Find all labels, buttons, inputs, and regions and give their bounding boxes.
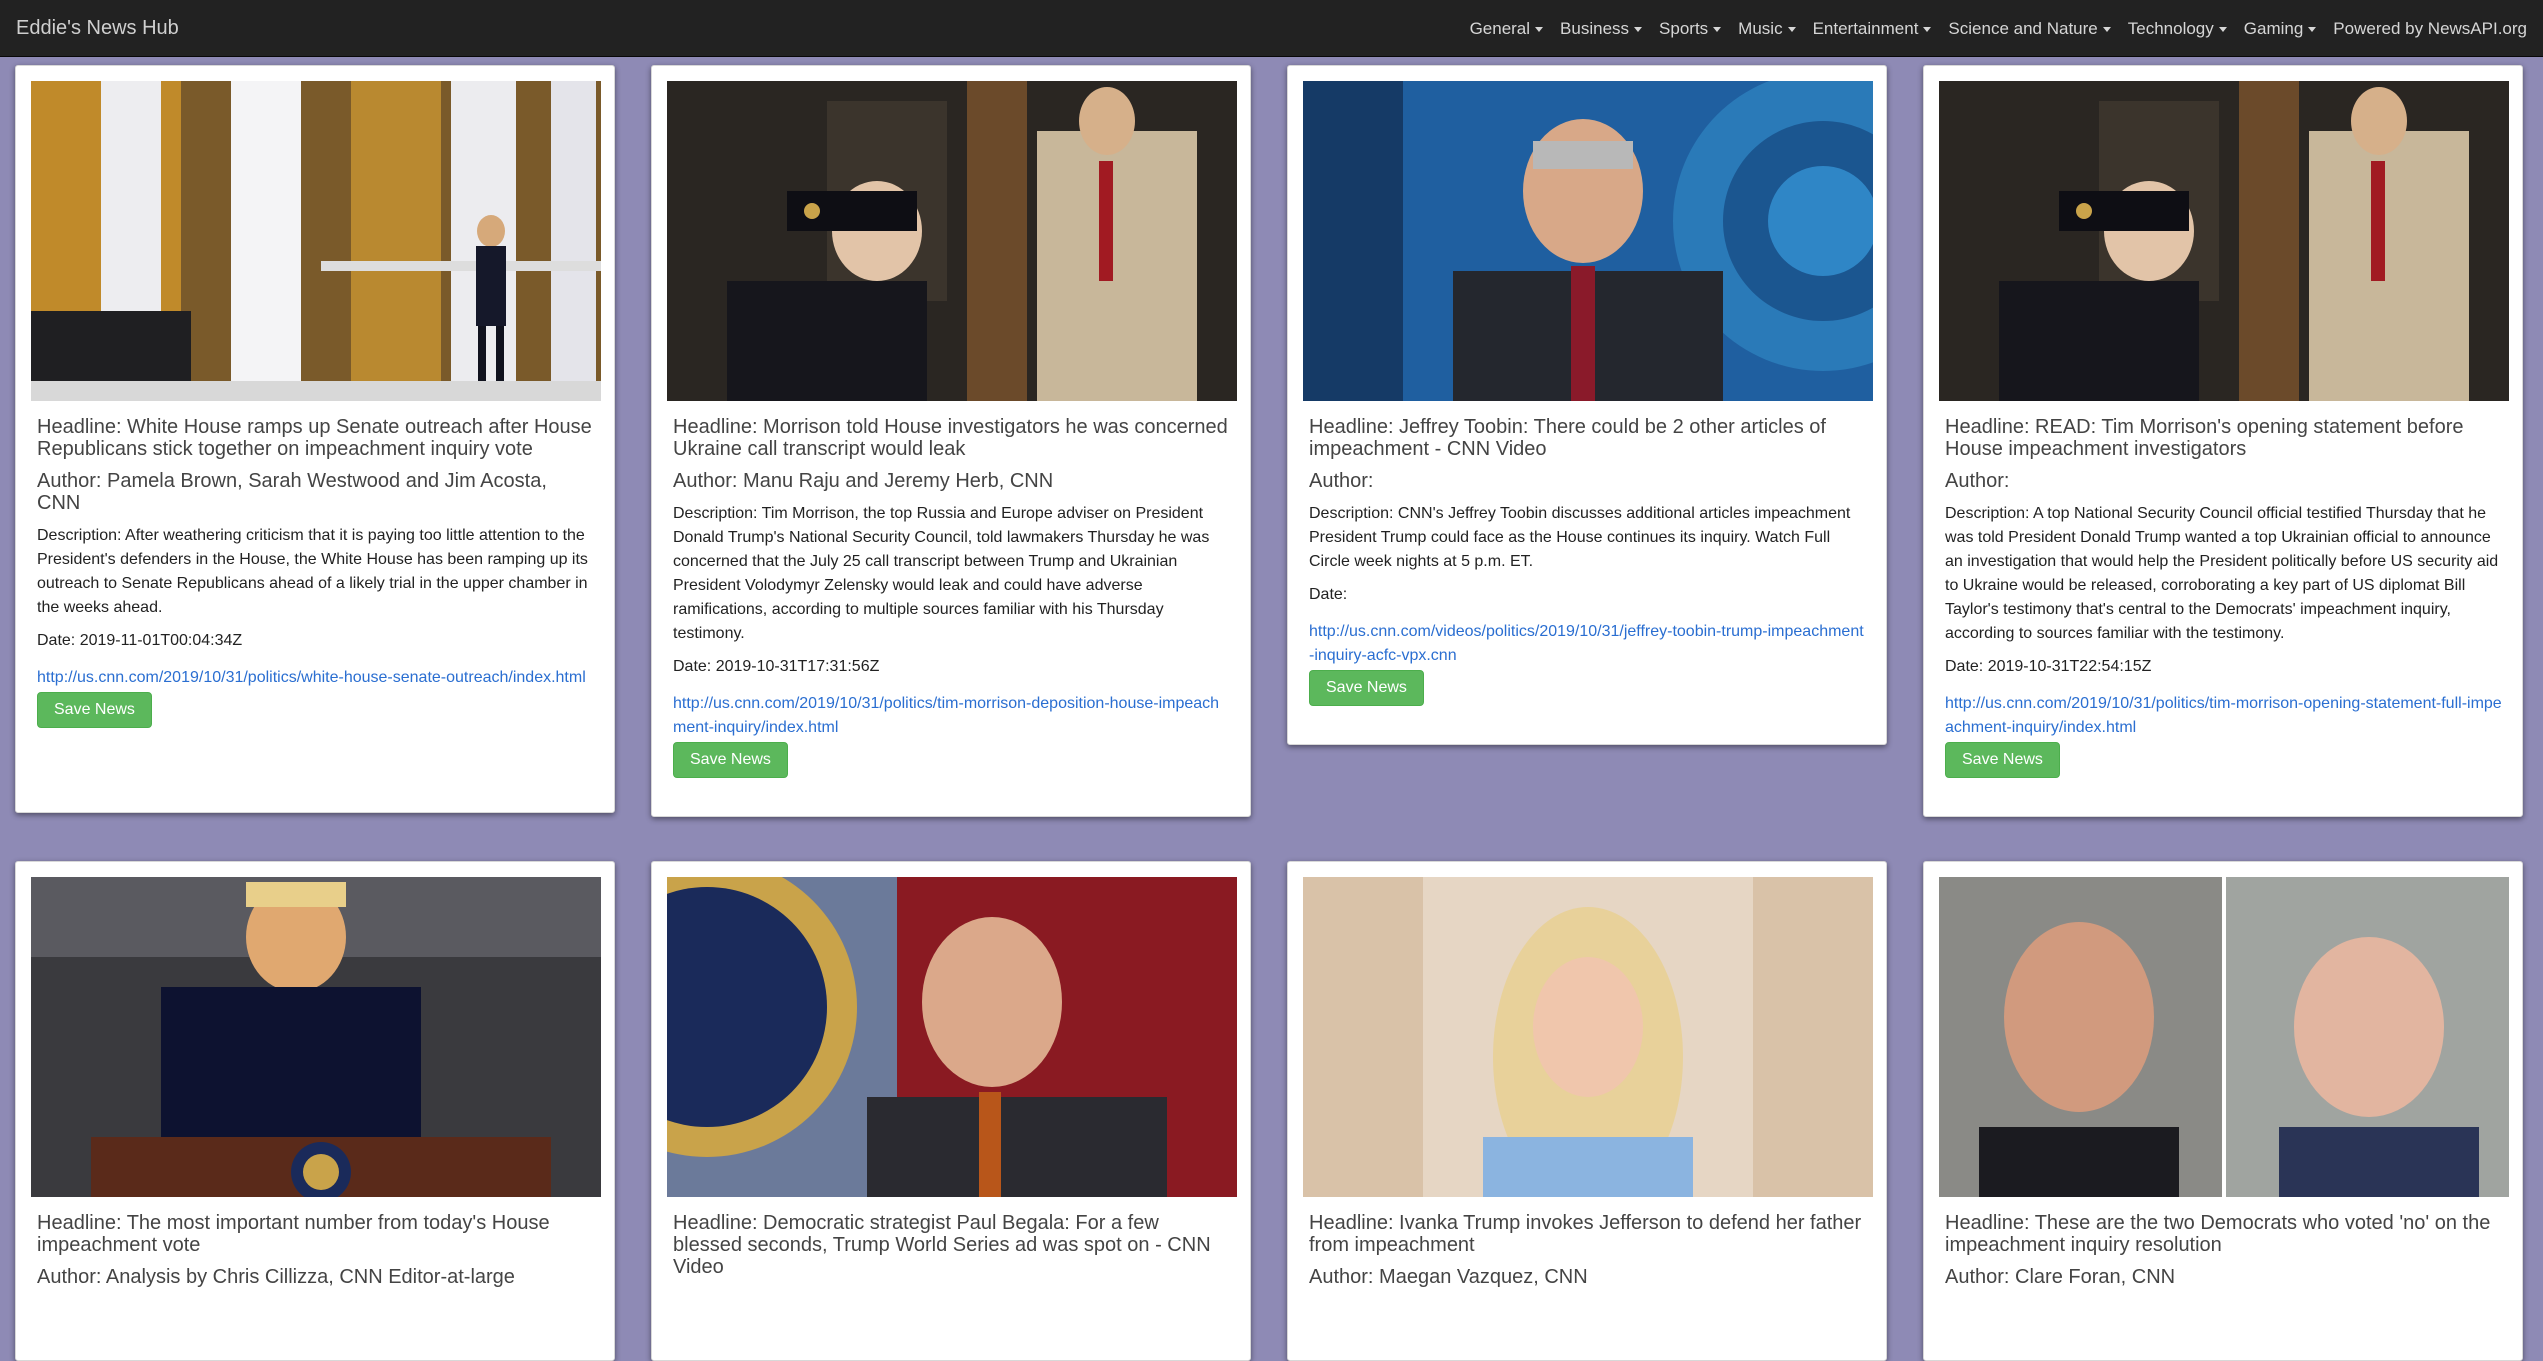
author: Author: Manu Raju and Jeremy Herb, CNN <box>673 470 1054 492</box>
headline: Headline: Morrison told House investigat… <box>673 416 1228 460</box>
news-card: Headline: Ivanka Trump invokes Jefferson… <box>1287 861 1887 1361</box>
nav-label: General <box>1469 18 1531 38</box>
caret-down-icon <box>2218 27 2227 32</box>
card-body: Headline: Jeffrey Toobin: There could be… <box>1309 416 1867 706</box>
article-link[interactable]: http://us.cnn.com/2019/10/31/politics/ti… <box>1945 692 2503 740</box>
author: Author: Clare Foran, CNN <box>1945 1266 2176 1288</box>
author: Author: <box>1309 470 1374 492</box>
nav-menu: General Business Sports Music Entertainm… <box>1470 0 2527 57</box>
news-grid: Headline: White House ramps up Senate ou… <box>0 57 2543 1361</box>
date: Date: 2019-11-01T00:04:34Z <box>37 632 243 649</box>
nav-label: Gaming <box>2243 18 2304 38</box>
nav-label: Science and Nature <box>1948 18 2098 38</box>
news-card: Headline: White House ramps up Senate ou… <box>15 65 615 813</box>
date: Date: <box>1309 586 1348 603</box>
description: Description: After weathering criticism … <box>37 527 588 616</box>
caret-down-icon <box>1787 27 1796 32</box>
article-link[interactable]: http://us.cnn.com/2019/10/31/politics/ti… <box>673 692 1231 740</box>
caret-down-icon <box>2102 27 2111 32</box>
nav-general-dropdown[interactable]: General <box>1469 18 1544 39</box>
description: Description: CNN's Jeffrey Toobin discus… <box>1309 505 1851 570</box>
nav-label: Sports <box>1659 18 1709 38</box>
headline: Headline: Jeffrey Toobin: There could be… <box>1309 416 1826 460</box>
description: Description: A top National Security Cou… <box>1945 505 2499 642</box>
caret-down-icon <box>1535 27 1544 32</box>
author: Author: Pamela Brown, Sarah Westwood and… <box>37 470 547 514</box>
nav-business-dropdown[interactable]: Business <box>1560 18 1643 39</box>
card-body: Headline: READ: Tim Morrison's opening s… <box>1945 416 2503 778</box>
news-card: Headline: READ: Tim Morrison's opening s… <box>1923 65 2523 817</box>
news-image <box>667 877 1237 1197</box>
news-image <box>1939 877 2509 1197</box>
card-body: Headline: Morrison told House investigat… <box>673 416 1231 778</box>
news-image <box>1303 81 1873 401</box>
news-card: Headline: These are the two Democrats wh… <box>1923 861 2523 1361</box>
caret-down-icon <box>1634 27 1643 32</box>
headline: Headline: These are the two Democrats wh… <box>1945 1212 2491 1256</box>
nav-sports-dropdown[interactable]: Sports <box>1659 18 1722 39</box>
brand-title[interactable]: Eddie's News Hub <box>16 0 179 57</box>
article-link[interactable]: http://us.cnn.com/videos/politics/2019/1… <box>1309 620 1867 668</box>
news-card: Headline: Jeffrey Toobin: There could be… <box>1287 65 1887 745</box>
nav-entertainment-dropdown[interactable]: Entertainment <box>1813 19 1932 39</box>
nav-technology-dropdown[interactable]: Technology <box>2128 19 2227 39</box>
headline: Headline: Democratic strategist Paul Beg… <box>673 1212 1211 1278</box>
news-image <box>31 81 601 401</box>
card-body: Headline: White House ramps up Senate ou… <box>37 416 595 728</box>
news-image <box>1303 877 1873 1197</box>
nav-label: Technology <box>2127 18 2214 38</box>
nav-label: Business <box>1560 18 1630 38</box>
news-image <box>667 81 1237 401</box>
date: Date: 2019-10-31T22:54:15Z <box>1945 658 2152 675</box>
headline: Headline: READ: Tim Morrison's opening s… <box>1945 416 2464 460</box>
nav-label: Entertainment <box>1812 18 1919 38</box>
headline: Headline: White House ramps up Senate ou… <box>37 416 592 460</box>
top-navbar: Eddie's News Hub General Business Sports… <box>0 0 2543 57</box>
caret-down-icon <box>2308 27 2317 32</box>
save-news-button[interactable]: Save News <box>1945 742 2060 778</box>
caret-down-icon <box>1923 27 1932 32</box>
author: Author: Analysis by Chris Cillizza, CNN … <box>37 1266 515 1288</box>
nav-gaming-dropdown[interactable]: Gaming <box>2244 19 2317 39</box>
nav-science-dropdown[interactable]: Science and Nature <box>1948 18 2111 39</box>
powered-by-link[interactable]: Powered by NewsAPI.org <box>2333 19 2527 39</box>
headline: Headline: Ivanka Trump invokes Jefferson… <box>1309 1212 1862 1256</box>
nav-music-dropdown[interactable]: Music <box>1738 18 1796 39</box>
powered-by-label: Powered by NewsAPI.org <box>2333 18 2527 38</box>
save-news-button[interactable]: Save News <box>1309 670 1424 706</box>
caret-down-icon <box>1713 27 1722 32</box>
news-image <box>31 877 601 1197</box>
author: Author: Maegan Vazquez, CNN <box>1309 1266 1588 1288</box>
news-card: Headline: Democratic strategist Paul Beg… <box>651 861 1251 1361</box>
article-link[interactable]: http://us.cnn.com/2019/10/31/politics/wh… <box>37 666 595 690</box>
save-news-button[interactable]: Save News <box>37 692 152 728</box>
save-news-button[interactable]: Save News <box>673 742 788 778</box>
news-card: Headline: Morrison told House investigat… <box>651 65 1251 817</box>
news-card: Headline: The most important number from… <box>15 861 615 1361</box>
nav-label: Music <box>1738 18 1783 38</box>
news-image <box>1939 81 2509 401</box>
description: Description: Tim Morrison, the top Russi… <box>673 505 1210 642</box>
author: Author: <box>1945 470 2010 492</box>
headline: Headline: The most important number from… <box>37 1212 550 1256</box>
date: Date: 2019-10-31T17:31:56Z <box>673 658 880 675</box>
